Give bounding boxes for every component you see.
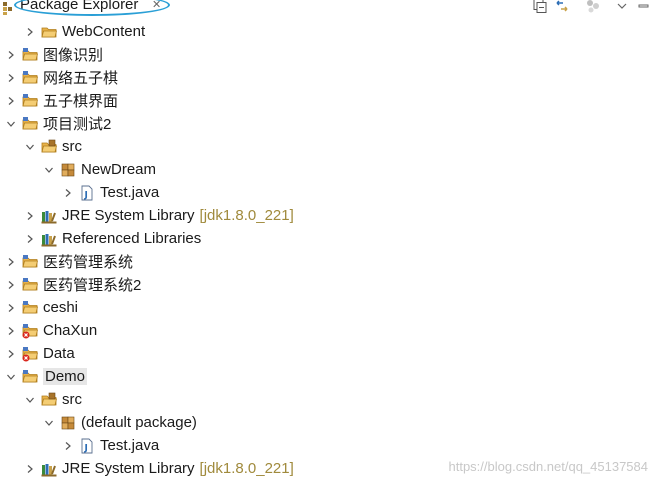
tree-item[interactable]: ceshi — [0, 296, 657, 319]
tree-item-label: ChaXun — [43, 322, 98, 339]
tree-item-label: Test.java — [100, 437, 160, 454]
chevron-down-icon[interactable] — [6, 119, 16, 129]
tree-item-label: src — [62, 138, 82, 155]
minimize-icon[interactable] — [636, 0, 652, 14]
chevron-down-icon[interactable] — [44, 165, 54, 175]
project-icon — [22, 116, 38, 129]
project-icon — [22, 277, 38, 290]
tree-item[interactable]: src — [0, 135, 657, 158]
tree-item-label: Referenced Libraries — [62, 230, 202, 247]
tree-item-label: 五子棋界面 — [43, 93, 119, 110]
tree-item[interactable]: J Test.java — [0, 181, 657, 204]
tree-item-label: JRE System Library — [62, 207, 195, 224]
tree-item-decoration: [jdk1.8.0_221] — [199, 460, 294, 477]
tree-item-label: 医药管理系统 — [43, 254, 134, 271]
tree-item-label: 医药管理系统2 — [43, 277, 142, 294]
view-title[interactable]: Package Explorer — [20, 0, 138, 13]
tree-item-label: Demo — [43, 368, 88, 385]
java-file-icon: J — [81, 438, 93, 453]
tree-item-label: Data — [43, 345, 75, 362]
link-with-editor-icon[interactable] — [554, 0, 570, 14]
project-icon — [22, 47, 38, 60]
chevron-right-icon[interactable] — [6, 326, 16, 336]
tree-item[interactable]: (default package) — [0, 411, 657, 434]
tree-item-label: 项目测试2 — [43, 116, 112, 133]
chevron-right-icon[interactable] — [25, 211, 35, 221]
tree-item[interactable]: NewDream — [0, 158, 657, 181]
chevron-right-icon[interactable] — [25, 27, 35, 37]
tree-item-label: WebContent — [62, 23, 146, 40]
java-file-icon: J — [81, 185, 93, 200]
tree-item[interactable]: 医药管理系统 — [0, 250, 657, 273]
chevron-right-icon[interactable] — [6, 73, 16, 83]
svg-text:J: J — [84, 190, 88, 200]
chevron-right-icon[interactable] — [63, 441, 73, 451]
chevron-right-icon[interactable] — [25, 234, 35, 244]
chevron-right-icon[interactable] — [6, 349, 16, 359]
project-icon — [22, 93, 38, 106]
tree-item[interactable]: 五子棋界面 — [0, 89, 657, 112]
chevron-right-icon[interactable] — [63, 188, 73, 198]
project-icon — [22, 300, 38, 313]
tree-item[interactable]: Data — [0, 342, 657, 365]
project-error-icon — [22, 346, 38, 361]
tree-item-decoration: [jdk1.8.0_221] — [199, 207, 294, 224]
chevron-right-icon[interactable] — [6, 303, 16, 313]
close-view-icon[interactable]: ✕ — [152, 0, 161, 11]
view-tab-bar: Package Explorer ✕ — [0, 0, 657, 20]
source-folder-icon — [41, 392, 57, 405]
tree-item-label: ceshi — [43, 299, 79, 316]
chevron-down-icon[interactable] — [25, 142, 35, 152]
tree-item-label: src — [62, 391, 82, 408]
tree-item-label: NewDream — [81, 161, 157, 178]
view-menu-icon[interactable] — [614, 0, 630, 14]
tree-item-label: Test.java — [100, 184, 160, 201]
tree-item-label: (default package) — [81, 414, 197, 431]
tree-item-label: 图像识别 — [43, 47, 104, 64]
tree-item[interactable]: Referenced Libraries — [0, 227, 657, 250]
tree-item[interactable]: 网络五子棋 — [0, 66, 657, 89]
library-icon — [41, 463, 57, 476]
folder-icon — [41, 27, 57, 37]
chevron-down-icon[interactable] — [25, 395, 35, 405]
library-icon — [41, 233, 57, 246]
chevron-right-icon[interactable] — [25, 464, 35, 474]
package-icon — [61, 416, 75, 429]
watermark: https://blog.csdn.net/qq_45137584 — [448, 459, 649, 474]
chevron-right-icon[interactable] — [6, 50, 16, 60]
tree-item-label: 网络五子棋 — [43, 70, 119, 87]
tree-item-label: JRE System Library — [62, 460, 195, 477]
tree-item[interactable]: J Test.java — [0, 434, 657, 457]
view-filter-icon[interactable] — [585, 0, 601, 14]
project-icon — [22, 254, 38, 267]
source-folder-icon — [41, 139, 57, 152]
collapse-all-icon[interactable] — [532, 0, 548, 14]
chevron-right-icon[interactable] — [6, 280, 16, 290]
package-explorer-icon — [3, 2, 12, 15]
chevron-down-icon[interactable] — [6, 372, 16, 382]
chevron-right-icon[interactable] — [6, 96, 16, 106]
package-icon — [61, 163, 75, 176]
library-icon — [41, 210, 57, 223]
tree-item[interactable]: ChaXun — [0, 319, 657, 342]
tree-item[interactable]: 项目测试2 — [0, 112, 657, 135]
chevron-right-icon[interactable] — [6, 257, 16, 267]
tree-item[interactable]: 图像识别 — [0, 43, 657, 66]
tree-item[interactable]: src — [0, 388, 657, 411]
tree-item[interactable]: Demo — [0, 365, 657, 388]
project-icon — [22, 369, 38, 382]
svg-text:J: J — [84, 443, 88, 453]
tree-item[interactable]: 医药管理系统2 — [0, 273, 657, 296]
project-icon — [22, 70, 38, 83]
project-error-icon — [22, 323, 38, 338]
tree-item[interactable]: WebContent — [0, 20, 657, 43]
tree-item[interactable]: JRE System Library [jdk1.8.0_221] — [0, 204, 657, 227]
chevron-down-icon[interactable] — [44, 418, 54, 428]
